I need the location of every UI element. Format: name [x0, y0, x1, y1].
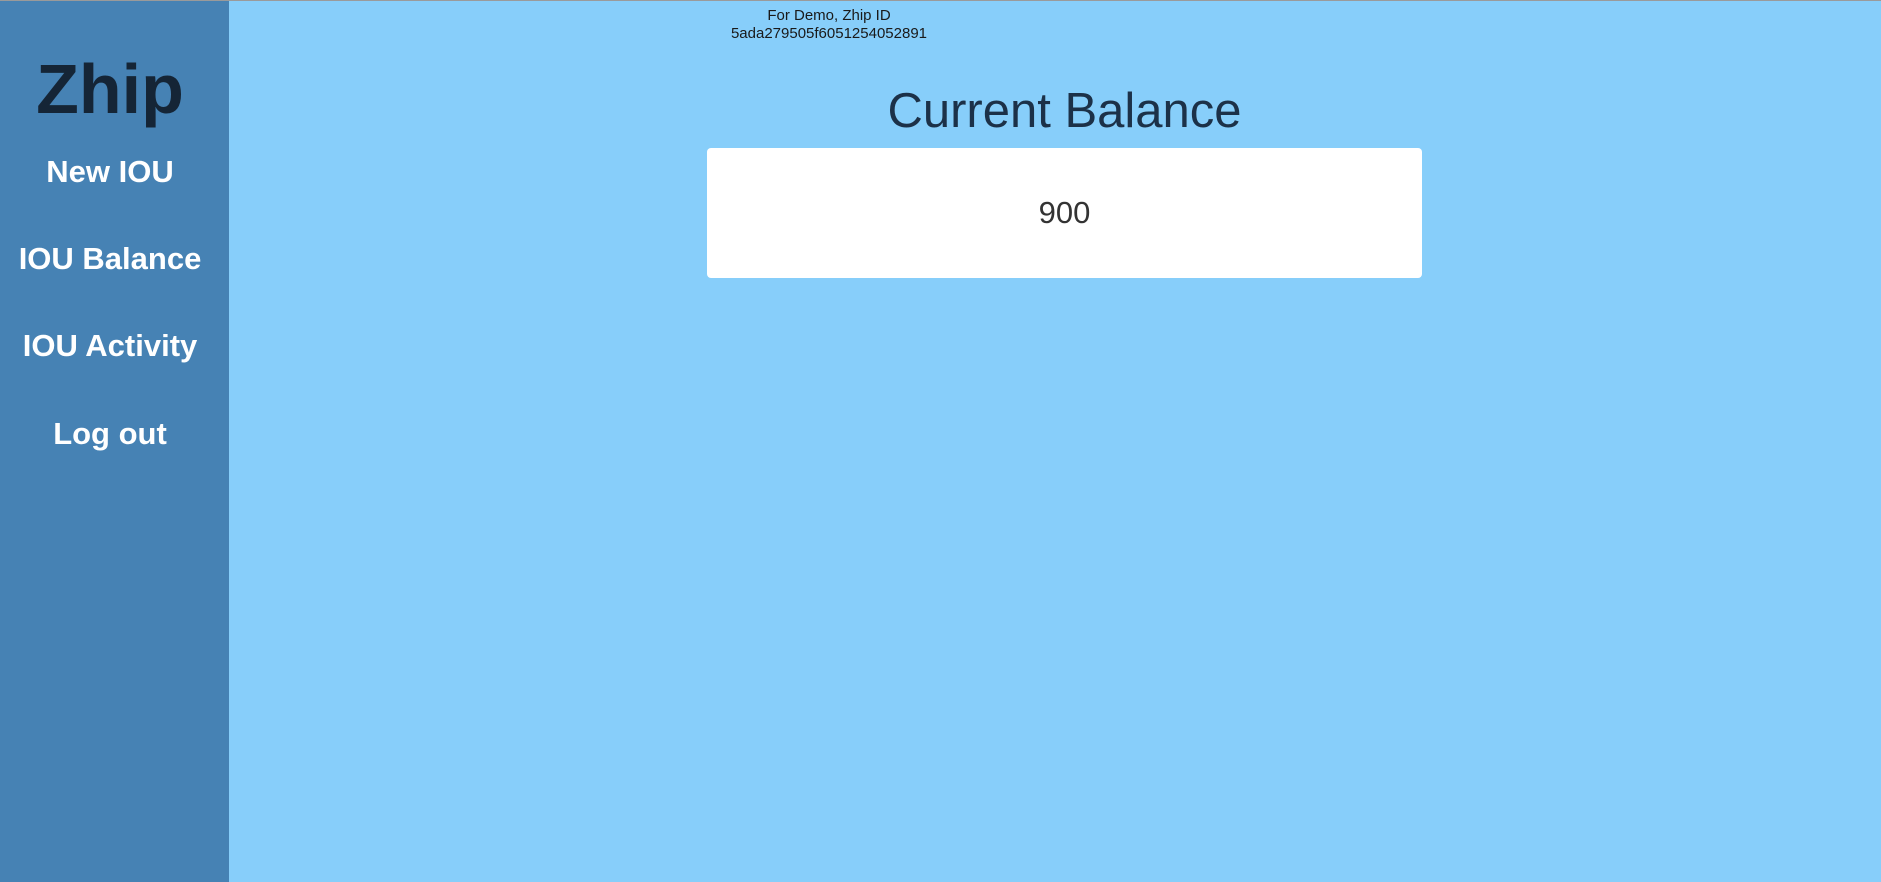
balance-card: 900 [707, 148, 1422, 278]
balance-value: 900 [1038, 195, 1091, 230]
sidebar: Zhip New IOU IOU Balance IOU Activity Lo… [0, 1, 229, 882]
page-title: Current Balance [887, 84, 1242, 138]
nav-new-iou[interactable]: New IOU [0, 152, 220, 192]
nav-iou-balance[interactable]: IOU Balance [0, 239, 220, 279]
demo-id-value: 5ada279505f6051254052891 [730, 25, 928, 42]
nav-log-out[interactable]: Log out [0, 414, 220, 454]
demo-id-label: For Demo, Zhip ID [767, 7, 891, 24]
nav-iou-activity[interactable]: IOU Activity [0, 326, 220, 366]
app-logo: Zhip [36, 50, 184, 128]
demo-id-note: For Demo, Zhip ID 5ada279505f60512540528… [229, 7, 1429, 43]
app-window: Zhip New IOU IOU Balance IOU Activity Lo… [0, 0, 1881, 882]
